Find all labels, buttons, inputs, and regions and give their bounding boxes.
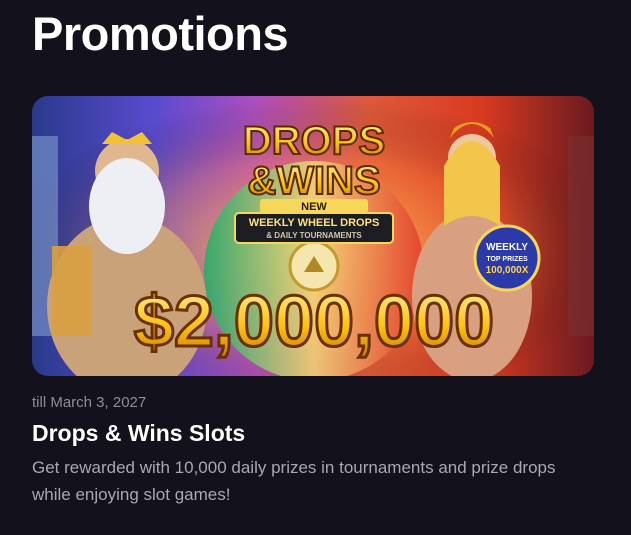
seal-line3: 100,000X — [486, 265, 529, 276]
seal-line1: WEEKLY — [486, 242, 528, 253]
promotion-banner-art: DROPS &WINS NEW WEEKLY WHEEL DROPS & DAI… — [32, 96, 594, 376]
seal-line2: TOP PRIZES — [486, 256, 528, 263]
banner-headline-line1: DROPS — [243, 119, 385, 163]
banner-ribbon-line2: & DAILY TOURNAMENTS — [266, 231, 362, 240]
banner-headline-line2: &WINS — [247, 159, 380, 203]
banner-new-badge: NEW — [301, 201, 327, 213]
promotion-description: Get rewarded with 10,000 daily prizes in… — [32, 458, 556, 504]
promotion-date: till March 3, 2027 — [32, 394, 147, 411]
banner-ribbon-line1: WEEKLY WHEEL DROPS — [249, 217, 380, 229]
promotion-title[interactable]: Drops & Wins Slots — [32, 420, 245, 447]
promotion-banner[interactable]: DROPS &WINS NEW WEEKLY WHEEL DROPS & DAI… — [32, 96, 594, 376]
banner-prize-amount: $2,000,000 — [134, 282, 494, 362]
page-title: Promotions — [32, 7, 289, 60]
